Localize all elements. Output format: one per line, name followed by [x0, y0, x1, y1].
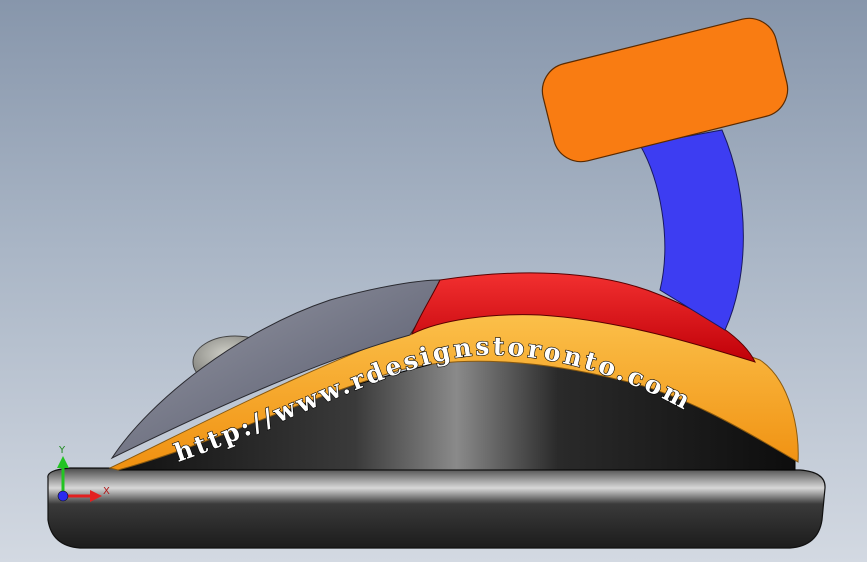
y-axis-label: Y: [58, 445, 66, 456]
cad-viewport[interactable]: http://www.rdesignstoronto.com Y X: [0, 0, 867, 562]
x-axis-label: X: [103, 486, 110, 497]
base-plate: [47, 467, 826, 549]
model-view[interactable]: http://www.rdesignstoronto.com Y X: [0, 0, 867, 562]
y-axis-arrow-icon: [57, 456, 69, 468]
z-axis-icon: [57, 490, 69, 502]
